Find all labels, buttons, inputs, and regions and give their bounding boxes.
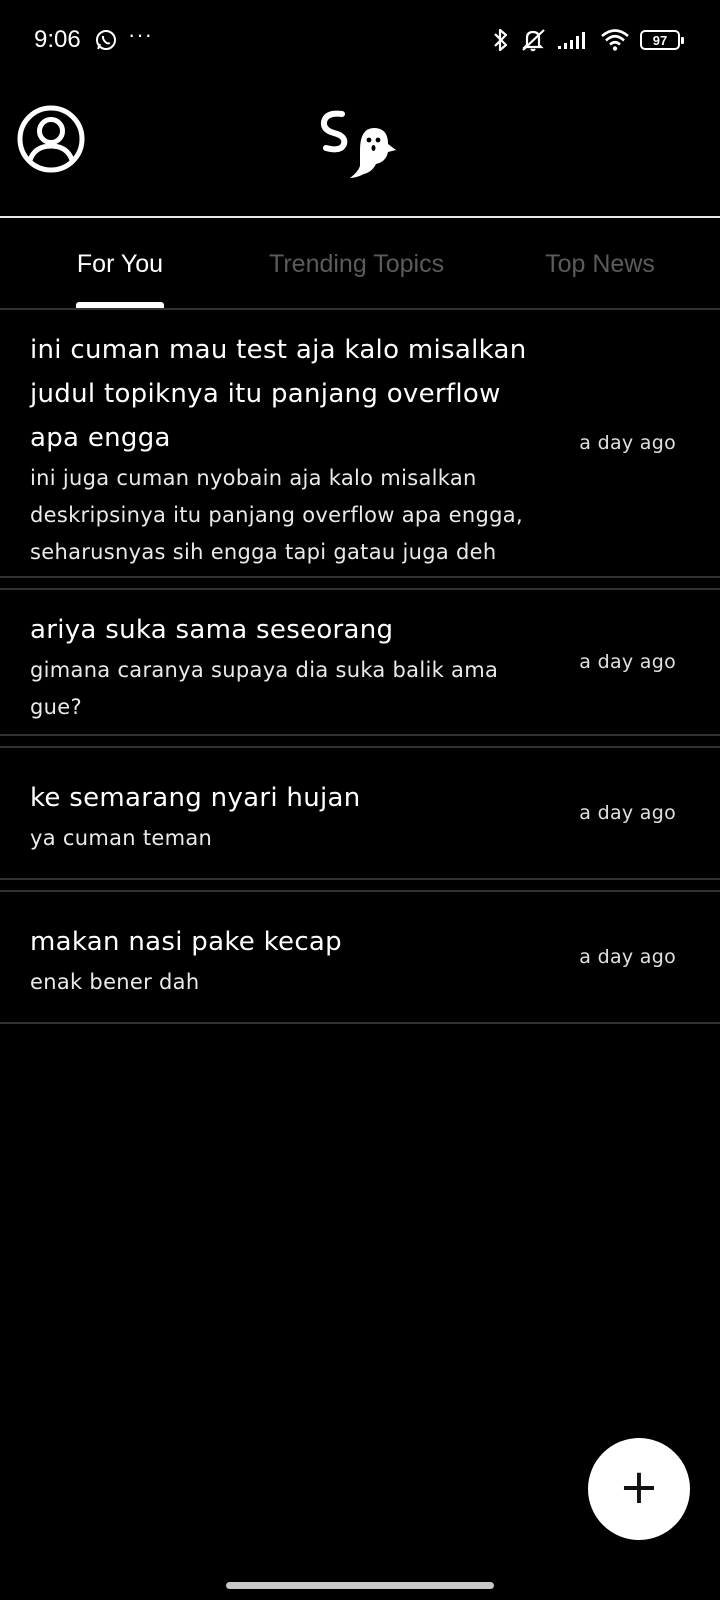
post-item[interactable]: ariya suka sama seseorang gimana caranya… xyxy=(0,588,720,736)
post-title: ini cuman mau test aja kalo misalkan jud… xyxy=(30,335,527,453)
status-bar: 9:06 ··· 97 xyxy=(0,0,720,80)
post-feed: ini cuman mau test aja kalo misalkan jud… xyxy=(0,308,720,1034)
post-timestamp: a day ago xyxy=(579,946,676,968)
bluetooth-icon xyxy=(492,27,510,53)
user-circle-icon[interactable] xyxy=(16,104,86,174)
post-item[interactable]: ke semarang nyari hujan ya cuman teman a… xyxy=(0,746,720,880)
whatsapp-icon xyxy=(94,28,118,52)
gesture-navigation-bar[interactable] xyxy=(226,1582,494,1589)
tab-label: Top News xyxy=(545,249,655,278)
post-title: ariya suka sama seseorang xyxy=(30,615,394,645)
status-icons: 97 xyxy=(492,24,684,56)
tab-trending-topics[interactable]: Trending Topics xyxy=(240,218,480,310)
post-description: ini juga cuman nyobain aja kalo misalkan… xyxy=(30,466,523,564)
post-item[interactable]: ini cuman mau test aja kalo misalkan jud… xyxy=(0,308,720,578)
post-timestamp: a day ago xyxy=(579,432,676,454)
plus-icon: + xyxy=(618,1459,660,1515)
tab-bar: For You Trending Topics Top News xyxy=(0,218,720,310)
tab-for-you[interactable]: For You xyxy=(0,218,240,310)
add-post-button[interactable]: + xyxy=(588,1438,690,1540)
tab-label: For You xyxy=(76,249,164,278)
post-title: ke semarang nyari hujan xyxy=(30,783,361,813)
tab-label: Trending Topics xyxy=(269,249,445,278)
post-title: makan nasi pake kecap xyxy=(30,927,342,957)
battery-icon: 97 xyxy=(640,30,684,50)
wifi-icon xyxy=(600,28,630,52)
post-timestamp: a day ago xyxy=(579,651,676,673)
status-time: 9:06 xyxy=(34,26,81,53)
ghost-logo-icon xyxy=(316,106,406,186)
post-item[interactable]: makan nasi pake kecap enak bener dah a d… xyxy=(0,890,720,1024)
silent-icon xyxy=(520,27,548,53)
post-description: ya cuman teman xyxy=(30,826,213,850)
app-header xyxy=(0,80,720,218)
signal-icon xyxy=(558,30,590,50)
battery-level: 97 xyxy=(652,32,668,48)
post-timestamp: a day ago xyxy=(579,802,676,824)
post-description: enak bener dah xyxy=(30,970,200,994)
tab-top-news[interactable]: Top News xyxy=(480,218,720,310)
more-notifications-indicator: ··· xyxy=(128,22,153,47)
post-description: gimana caranya supaya dia suka balik ama… xyxy=(30,658,499,719)
